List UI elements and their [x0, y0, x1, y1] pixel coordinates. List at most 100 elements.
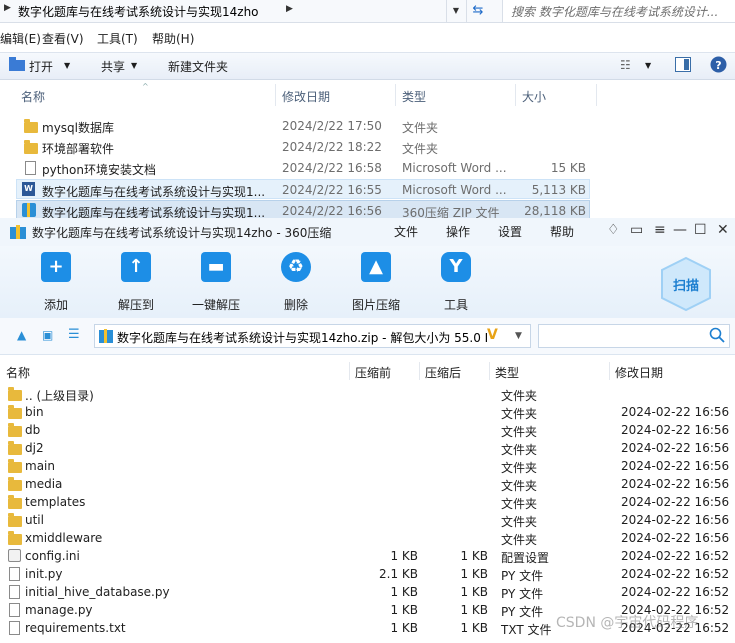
message-icon[interactable]: ▭ [630, 222, 643, 238]
search-icon[interactable] [709, 327, 725, 346]
archive-row[interactable]: .. (上级目录) 文件夹 [6, 385, 731, 403]
column-header-size[interactable]: 大小 [522, 88, 546, 105]
menu-edit[interactable]: 编辑(E) [0, 30, 41, 47]
refresh-icon[interactable]: ⇆ [466, 0, 489, 22]
thumbnail-view-icon[interactable]: ▣ [42, 328, 53, 342]
column-divider[interactable] [419, 362, 420, 380]
one-click-extract-button[interactable]: ▬ 一键解压 [176, 252, 256, 313]
minimize-icon[interactable]: — [673, 222, 687, 238]
scan-label: 扫描 [673, 279, 700, 294]
column-divider[interactable] [609, 362, 610, 380]
column-header-modified[interactable]: 修改日期 [615, 364, 663, 381]
archive-item-date: 2024-02-22 16:56 [621, 477, 730, 491]
archive-item-name: util [25, 513, 44, 527]
chevron-right-icon[interactable]: ▶ [286, 4, 293, 14]
file-row[interactable]: W 数字化题库与在线考试系统设计与实现1... 2024/2/22 16:55 … [16, 179, 590, 199]
archive-item-name: manage.py [25, 603, 93, 617]
archive-search-input[interactable] [538, 324, 730, 348]
folder-icon [8, 423, 22, 437]
column-divider[interactable] [275, 84, 276, 106]
archive-item-size-after: 1 KB [460, 585, 488, 599]
image-compress-button[interactable]: ▲ 图片压缩 [336, 252, 416, 313]
menu-tools[interactable]: 工具(T) [97, 30, 138, 47]
column-divider[interactable] [596, 84, 597, 106]
archive-row[interactable]: config.ini 1 KB 1 KB 配置设置 2024-02-22 16:52 [6, 547, 731, 565]
archive-item-date: 2024-02-22 16:56 [621, 405, 730, 419]
image-compress-icon: ▲ [361, 252, 391, 282]
up-arrow-icon[interactable]: ▲ [17, 328, 26, 342]
tools-button[interactable]: Y 工具 [416, 252, 496, 313]
archive-item-size-after: 1 KB [460, 621, 488, 635]
file-row[interactable]: mysql数据库 2024/2/22 17:50 文件夹 [16, 116, 590, 136]
archive-item-type: 文件夹 [501, 479, 538, 493]
help-icon[interactable]: ? [710, 56, 727, 76]
menu-operate[interactable]: 操作 [446, 223, 470, 240]
open-button[interactable]: 打开 [29, 58, 53, 75]
file-row[interactable]: 环境部署软件 2024/2/22 18:22 文件夹 [16, 137, 590, 157]
column-divider[interactable] [489, 362, 490, 380]
close-icon[interactable]: ✕ [717, 222, 729, 238]
list-view-icon[interactable]: ☰ [68, 327, 80, 342]
archive-item-date: 2024-02-22 16:56 [621, 441, 730, 455]
delete-button[interactable]: ♻ 删除 [256, 252, 336, 313]
column-divider[interactable] [349, 362, 350, 380]
menu-file[interactable]: 文件 [394, 223, 418, 240]
archive-row[interactable]: xmiddleware 文件夹 2024-02-22 16:56 [6, 529, 731, 547]
new-folder-button[interactable]: 新建文件夹 [168, 58, 228, 75]
column-header-compressed[interactable]: 压缩前 [355, 364, 391, 381]
archive-row[interactable]: dj2 文件夹 2024-02-22 16:56 [6, 439, 731, 457]
column-header-after[interactable]: 压缩后 [425, 364, 461, 381]
word-icon: W [22, 182, 35, 196]
chevron-down-icon[interactable]: ▼ [515, 331, 522, 341]
folder-icon [8, 495, 22, 509]
sort-up-icon: ^ [142, 82, 149, 91]
file-row[interactable]: python环境安装文档 2024/2/22 16:58 Microsoft W… [16, 158, 590, 178]
share-button[interactable]: 共享 [101, 58, 125, 75]
menu-settings[interactable]: 设置 [498, 223, 522, 240]
scan-button[interactable]: 扫描 [660, 256, 712, 312]
file-type: 文件夹 [402, 142, 439, 156]
archive-item-name: requirements.txt [25, 621, 126, 635]
column-divider[interactable] [515, 84, 516, 106]
menu-help[interactable]: 帮助(H) [152, 30, 194, 47]
archive-item-name: xmiddleware [25, 531, 103, 545]
preview-pane-icon[interactable] [675, 57, 691, 75]
archive-row[interactable]: db 文件夹 2024-02-22 16:56 [6, 421, 731, 439]
archive-row[interactable]: templates 文件夹 2024-02-22 16:56 [6, 493, 731, 511]
menu-help[interactable]: 帮助 [550, 223, 574, 240]
archive-item-size-before: 2.1 KB [379, 567, 418, 581]
chevron-down-icon[interactable]: ▼ [645, 61, 651, 70]
maximize-icon[interactable]: ☐ [694, 222, 707, 238]
archive-row[interactable]: main 文件夹 2024-02-22 16:56 [6, 457, 731, 475]
archive-item-type: 文件夹 [501, 461, 538, 475]
archive-row[interactable]: init.py 2.1 KB 1 KB PY 文件 2024-02-22 16:52 [6, 565, 731, 583]
menu-view[interactable]: 查看(V) [42, 30, 84, 47]
add-button[interactable]: + 添加 [16, 252, 96, 313]
column-header-name[interactable]: 名称 [6, 364, 30, 381]
chevron-down-icon[interactable]: ▼ [131, 61, 137, 70]
column-header-type[interactable]: 类型 [402, 88, 426, 105]
view-options-icon[interactable]: ☷ [620, 58, 631, 72]
archive-row[interactable]: bin 文件夹 2024-02-22 16:56 [6, 403, 731, 421]
archive-row[interactable]: media 文件夹 2024-02-22 16:56 [6, 475, 731, 493]
explorer-address-bar[interactable]: ▶ 数字化题库与在线考试系统设计与实现14zho ▶ ▼ ⇆ 搜索 数字化题库与… [0, 0, 735, 23]
file-name: 数字化题库与在线考试系统设计与实现1... [42, 185, 266, 199]
skin-icon[interactable]: ♢ [607, 222, 620, 238]
menu-icon[interactable]: ≡ [654, 222, 666, 238]
column-divider[interactable] [395, 84, 396, 106]
file-row[interactable]: 数字化题库与在线考试系统设计与实现1... 2024/2/22 16:56 36… [16, 200, 590, 220]
search-input[interactable]: 搜索 数字化题库与在线考试系统设计... [502, 0, 735, 22]
archive-path-field[interactable]: 数字化题库与在线考试系统设计与实现14zho.zip - 解包大小为 55.0 … [94, 324, 531, 348]
chevron-down-icon[interactable]: ▼ [64, 61, 70, 70]
breadcrumb[interactable]: 数字化题库与在线考试系统设计与实现14zho [18, 3, 259, 20]
zip-title-bar[interactable]: 数字化题库与在线考试系统设计与实现14zho - 360压缩 文件 操作 设置 … [0, 218, 735, 246]
address-dropdown-icon[interactable]: ▼ [446, 0, 465, 22]
extract-to-button[interactable]: ↑ 解压到 [96, 252, 176, 313]
archive-row[interactable]: util 文件夹 2024-02-22 16:56 [6, 511, 731, 529]
column-header-type[interactable]: 类型 [495, 364, 519, 381]
archive-row[interactable]: initial_hive_database.py 1 KB 1 KB PY 文件 202… [6, 583, 731, 601]
chevron-right-icon[interactable]: ▶ [4, 3, 11, 13]
column-header-date[interactable]: 修改日期 [282, 88, 330, 105]
column-header-name[interactable]: 名称 [21, 88, 45, 105]
tools-icon: Y [441, 252, 471, 282]
